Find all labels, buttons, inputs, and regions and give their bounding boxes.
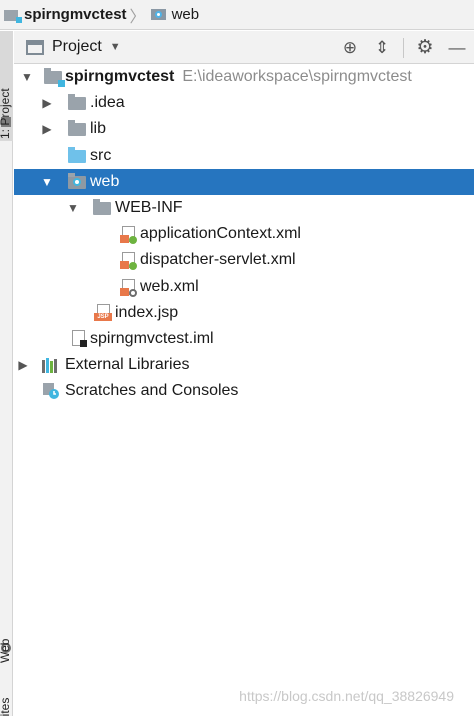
tree-item-label: web <box>90 172 120 190</box>
module-folder-icon <box>44 68 65 87</box>
root-name: spirngmvctest <box>65 68 175 86</box>
chevron-right-icon[interactable]: ▶ <box>40 96 54 110</box>
tree-item-label: spirngmvctest.iml <box>90 329 214 347</box>
jsp-file-icon: JSP <box>94 303 113 321</box>
tree-item-lib[interactable]: ▶ lib <box>14 116 474 142</box>
view-mode-selector[interactable]: Project <box>52 38 102 56</box>
spring-xml-file-icon <box>120 226 138 245</box>
hide-panel-icon[interactable]: — <box>446 37 468 59</box>
spring-xml-file-icon <box>120 252 138 271</box>
tree-item-iml[interactable]: spirngmvctest.iml <box>14 326 474 352</box>
tree-item-label: lib <box>90 120 107 138</box>
tree-item-src[interactable]: src <box>14 143 474 169</box>
tree-item-index-jsp[interactable]: JSP index.jsp <box>14 300 474 326</box>
navigation-breadcrumb: spirngmvctest 〉 web <box>0 0 474 30</box>
tree-item-idea[interactable]: ▶ .idea <box>14 90 474 116</box>
root-path: E:\ideaworkspace\spirngmvctest <box>182 68 412 86</box>
tree-item-label: dispatcher-servlet.xml <box>140 251 296 269</box>
gear-icon[interactable]: ⚙ <box>414 37 436 59</box>
tree-item-label: index.jsp <box>115 303 179 321</box>
tree-item-external-libraries[interactable]: ▶ External Libraries <box>14 352 474 378</box>
chevron-down-icon[interactable]: ▼ <box>110 41 121 53</box>
project-tree: ▼ spirngmvctest E:\ideaworkspace\spirngmv… <box>14 64 474 404</box>
chevron-right-icon[interactable]: ▶ <box>16 358 30 372</box>
favorites-tab-label[interactable]: Favorites <box>0 698 12 716</box>
locate-file-icon[interactable]: ⊕ <box>339 37 361 59</box>
tree-item-label: Scratches and Consoles <box>65 382 239 400</box>
tree-item-web[interactable]: ▼ web <box>14 168 474 195</box>
tree-item-label: applicationContext.xml <box>140 225 301 243</box>
toolbar-divider <box>403 37 404 58</box>
chevron-right-icon[interactable]: ▶ <box>40 122 54 136</box>
tree-item-label: WEB-INF <box>115 199 183 217</box>
tree-item-label: spirngmvctest E:\ideaworkspace\spirngmvct… <box>65 68 412 86</box>
chevron-down-icon[interactable]: ▼ <box>40 175 54 189</box>
breadcrumb-web[interactable]: web <box>172 6 200 23</box>
project-tab-label[interactable]: 1: Project <box>0 88 12 139</box>
tree-item-web-inf[interactable]: ▼ WEB-INF <box>14 195 474 221</box>
tree-item-root[interactable]: ▼ spirngmvctest E:\ideaworkspace\spirngmv… <box>14 64 474 90</box>
left-tool-strip: 1: Project Web Favorites <box>0 31 13 716</box>
web-tab-label[interactable]: Web <box>0 639 12 663</box>
tree-item-label: External Libraries <box>65 356 190 374</box>
web-folder-icon <box>150 8 167 21</box>
tree-item-label: src <box>90 146 112 164</box>
breadcrumb-separator-icon: 〉 <box>129 8 146 26</box>
web-xml-file-icon <box>120 278 138 297</box>
folder-icon <box>68 94 86 111</box>
project-folder-icon <box>4 8 22 23</box>
tree-item-web-xml[interactable]: web.xml <box>14 274 474 300</box>
source-folder-icon <box>68 146 86 164</box>
chevron-down-icon[interactable]: ▼ <box>20 70 34 84</box>
tree-item-dispatcher-servlet[interactable]: dispatcher-servlet.xml <box>14 247 474 273</box>
folder-icon <box>68 120 86 137</box>
tree-item-label: .idea <box>90 94 125 112</box>
tree-item-label: web.xml <box>140 277 199 295</box>
project-window-icon <box>26 39 44 55</box>
module-file-icon <box>70 329 88 347</box>
chevron-down-icon[interactable]: ▼ <box>66 201 80 215</box>
header-toolbar: ⊕ ⇕ ⚙ — <box>329 31 474 64</box>
tree-item-scratches[interactable]: Scratches and Consoles <box>14 378 474 404</box>
collapse-all-icon[interactable]: ⇕ <box>371 37 393 59</box>
tree-item-application-context[interactable]: applicationContext.xml <box>14 221 474 247</box>
watermark: https://blog.csdn.net/qq_38826949 <box>239 688 454 704</box>
libraries-icon <box>42 357 60 374</box>
scratches-icon <box>42 382 60 400</box>
folder-icon <box>93 198 111 216</box>
web-folder-icon <box>68 172 86 190</box>
project-panel-header: Project ▼ ⊕ ⇕ ⚙ — <box>14 31 474 64</box>
breadcrumb-project[interactable]: spirngmvctest <box>24 6 127 23</box>
